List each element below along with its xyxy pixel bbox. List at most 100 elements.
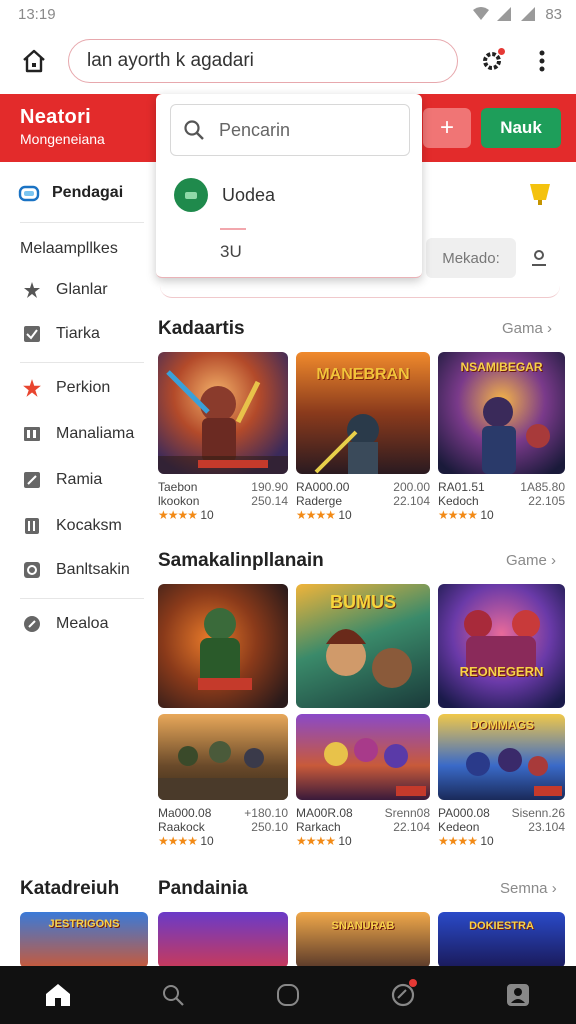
sidebar-item-6[interactable]: Banltsakin: [22, 560, 130, 580]
game-card[interactable]: [158, 352, 288, 474]
section-more-link[interactable]: Game ›: [506, 552, 556, 569]
rating-count: 10: [480, 834, 494, 848]
url-bar[interactable]: lan ayorth k agadari: [68, 39, 458, 83]
sidebar-item-3[interactable]: Manaliama: [22, 424, 134, 444]
game-card[interactable]: [158, 714, 288, 800]
game-price: Sisenn.26: [511, 806, 565, 820]
search-placeholder: Pencarin: [219, 119, 291, 140]
edit-icon: [22, 470, 42, 490]
game-card[interactable]: [296, 714, 430, 800]
game-art: [158, 741, 288, 800]
game-art: [324, 738, 426, 796]
game-card[interactable]: DOMMAGS: [438, 714, 565, 800]
controller-icon: [18, 185, 40, 202]
brand-title: Neatori: [20, 106, 92, 128]
game-card[interactable]: [158, 584, 288, 708]
section-more-link[interactable]: Semna ›: [500, 880, 557, 897]
sidebar-item-4[interactable]: Ramia: [22, 470, 102, 490]
game-publisher: Kedeon: [438, 820, 480, 834]
game-banner: NSAMIBEGAR: [460, 360, 543, 374]
nav-home[interactable]: [36, 973, 80, 1017]
dropdown-item[interactable]: Uodea: [174, 178, 275, 212]
sidebar-divider: [20, 222, 144, 223]
game-downloads: 250.10: [251, 820, 288, 834]
section-more-link[interactable]: Gama ›: [502, 320, 552, 337]
game-price: 1A85.80: [520, 480, 565, 494]
notification-dot: [497, 47, 506, 56]
sidebar-item-label: Banltsakin: [56, 561, 130, 578]
game-publisher: Rarkach: [296, 820, 341, 834]
sidebar-item-1[interactable]: Tiarka: [22, 324, 100, 344]
game-card[interactable]: DOKIESTRA: [438, 912, 565, 968]
game-publisher: lkookon: [158, 494, 200, 508]
search-input[interactable]: Pencarin: [170, 104, 410, 156]
game-card[interactable]: BUMUS: [296, 584, 430, 708]
extensions-button[interactable]: [472, 41, 512, 81]
house-icon: [23, 49, 45, 73]
game-meta: MA00R.08 Srenn08 Rarkach 22.104 ★★★★ 10: [296, 806, 430, 848]
sidebar-item-7[interactable]: Mealoa: [22, 614, 108, 634]
sidebar-item-0[interactable]: Glanlar: [22, 280, 108, 300]
nav-games[interactable]: [381, 973, 425, 1017]
nav-center[interactable]: [266, 973, 310, 1017]
user-filter-button[interactable]: [518, 238, 560, 278]
game-banner: REONEGERN: [459, 664, 544, 679]
gift-icon: [22, 516, 42, 536]
site-brand[interactable]: Neatori Mongeneiana: [20, 106, 105, 147]
book-icon: [22, 424, 42, 444]
menu-button[interactable]: [522, 41, 562, 81]
game-meta: RA000.00 200.00 Raderge 22.104 ★★★★ 10: [296, 480, 430, 522]
rating-count: 10: [200, 834, 214, 848]
sidebar-top-label: Pendagai: [52, 184, 124, 201]
game-card[interactable]: NSAMIBEGAR: [438, 352, 565, 474]
game-art: [198, 608, 252, 690]
url-text: lan ayorth k agadari: [87, 50, 254, 71]
sidebar-section-label: Melaampllkes: [20, 240, 118, 257]
sidebar-item-label: Mealoa: [56, 615, 109, 632]
nav-profile[interactable]: [496, 973, 540, 1017]
game-meta: PA000.08 Sisenn.26 Kedeon 23.104 ★★★★ 10: [438, 806, 565, 848]
rating-count: 10: [480, 508, 494, 522]
section-title: Kadaartis: [158, 318, 245, 339]
rating-stars: ★★★★: [296, 834, 336, 848]
check-icon: [22, 324, 42, 344]
app-page: 13:19 83 lan ayorth k agadari Neatori Mo…: [0, 0, 576, 1024]
sidebar-item-label: Ramia: [56, 471, 103, 488]
sidebar-item-label: Manaliama: [56, 425, 135, 442]
game-price: +180.10: [244, 806, 288, 820]
game-card[interactable]: REONEGERN: [438, 584, 565, 708]
battery-level: 83: [545, 5, 562, 23]
sidebar-item-2[interactable]: Perkion: [22, 378, 110, 398]
game-banner: DOMMAGS: [470, 718, 534, 732]
dropdown-divider: [220, 228, 246, 230]
game-price: 200.00: [393, 480, 430, 494]
game-card[interactable]: JESTRIGONS: [20, 912, 148, 968]
status-icons: 83: [473, 6, 562, 23]
more-vertical-icon: [539, 50, 545, 72]
game-publisher: Raakock: [158, 820, 205, 834]
add-button[interactable]: +: [423, 108, 471, 148]
game-banner: JESTRIGONS: [48, 918, 120, 930]
filter-select[interactable]: Mekado:: [426, 238, 516, 278]
section-title-left: Katadreiuh: [20, 878, 120, 899]
login-button[interactable]: Nauk: [481, 108, 561, 148]
game-downloads: 22.104: [393, 494, 430, 508]
sidebar-item-top[interactable]: Pendagai: [18, 182, 123, 204]
rating-count: 10: [338, 508, 352, 522]
game-downloads: 22.104: [393, 820, 430, 834]
game-banner: BUMUS: [330, 592, 396, 612]
nav-search[interactable]: [151, 973, 195, 1017]
search-icon: [162, 985, 184, 1006]
bell-icon[interactable]: [526, 180, 554, 208]
game-card[interactable]: [158, 912, 288, 968]
brand-subtitle: Mongeneiana: [20, 131, 105, 147]
sidebar-item-5[interactable]: Kocaksm: [22, 516, 122, 536]
sidebar-item-label: Glanlar: [56, 281, 108, 298]
game-price: Srenn08: [384, 806, 430, 820]
game-card[interactable]: SNANURAB: [296, 912, 430, 968]
game-card[interactable]: MANEBRAN: [296, 352, 430, 474]
section-title: Samakalinpllanain: [158, 550, 324, 571]
rating-stars: ★★★★: [296, 508, 336, 522]
user-icon: [532, 250, 546, 266]
home-button[interactable]: [14, 41, 54, 81]
